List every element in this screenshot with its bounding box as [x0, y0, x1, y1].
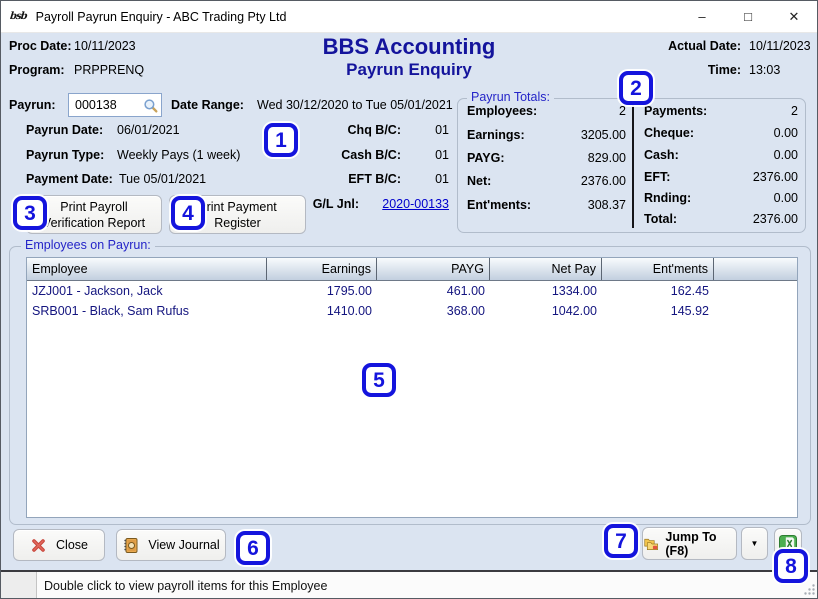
totals-divider: [632, 105, 634, 228]
annotation-1: 1: [264, 123, 298, 157]
payrun-type-label: Payrun Type:: [26, 148, 104, 162]
payment-date-value: Tue 05/01/2021: [119, 172, 206, 186]
employees-total-label: Employees:: [467, 104, 537, 118]
time-value: 13:03: [749, 63, 780, 77]
entments-cell: 145.92: [602, 304, 714, 318]
rnding-total-label: Rnding:: [644, 191, 691, 205]
column-header-earnings[interactable]: Earnings: [267, 258, 377, 280]
resize-grip[interactable]: [803, 583, 816, 596]
print-register-line2: Register: [214, 215, 261, 231]
grand-total-value: 2376.00: [753, 212, 798, 226]
net-pay-cell: 1042.00: [490, 304, 602, 318]
cash-total-label: Cash:: [644, 148, 679, 162]
payg-cell: 461.00: [377, 284, 490, 298]
minimize-button[interactable]: –: [679, 1, 725, 32]
status-bar: Double click to view payroll items for t…: [1, 572, 818, 599]
entments-total-label: Ent'ments:: [467, 198, 531, 212]
column-header-net-pay[interactable]: Net Pay: [490, 258, 602, 280]
payrun-date-value: 06/01/2021: [117, 123, 180, 137]
date-range-label: Date Range:: [171, 98, 244, 112]
payments-total-label: Payments:: [644, 104, 707, 118]
payrun-date-label: Payrun Date:: [26, 123, 103, 137]
journal-book-icon: [122, 537, 139, 554]
payg-total-value: 829.00: [588, 151, 626, 165]
jump-folders-icon: [643, 536, 659, 552]
employee-cell: JZJ001 - Jackson, Jack: [27, 284, 267, 298]
employees-table: Employee Earnings PAYG Net Pay Ent'ments…: [26, 257, 798, 518]
gl-jnl-link[interactable]: 2020-00133: [361, 197, 449, 211]
net-total-value: 2376.00: [581, 174, 626, 188]
payg-cell: 368.00: [377, 304, 490, 318]
actual-date-label: Actual Date:: [631, 39, 741, 53]
annotation-3: 3: [13, 196, 47, 230]
close-button[interactable]: Close: [13, 529, 105, 561]
close-x-icon: [30, 537, 47, 554]
eft-bc-value: 01: [361, 172, 449, 186]
jump-to-button[interactable]: Jump To (F8): [642, 527, 737, 560]
entments-total-value: 308.37: [588, 198, 626, 212]
status-bar-left-segment: [1, 572, 37, 599]
column-header-entments[interactable]: Ent'ments: [602, 258, 714, 280]
title-bar: bsb Payroll Payrun Enquiry - ABC Trading…: [1, 1, 817, 33]
chq-bc-value: 01: [361, 123, 449, 137]
maximize-button[interactable]: □: [725, 1, 771, 32]
annotation-8: 8: [774, 549, 808, 583]
payments-total-value: 2: [791, 104, 798, 118]
chevron-down-icon: ▼: [751, 539, 759, 548]
cheque-total-value: 0.00: [774, 126, 798, 140]
payrun-type-value: Weekly Pays (1 week): [117, 148, 240, 162]
employees-panel-title: Employees on Payrun:: [21, 238, 155, 252]
annotation-5: 5: [362, 363, 396, 397]
payrun-number-field[interactable]: [68, 93, 162, 117]
print-register-line1: Print Payment: [198, 199, 277, 215]
cheque-total-label: Cheque:: [644, 126, 694, 140]
window-title: Payroll Payrun Enquiry - ABC Trading Pty…: [36, 10, 287, 24]
eft-total-value: 2376.00: [753, 170, 798, 184]
grand-total-label: Total:: [644, 212, 677, 226]
eft-total-label: EFT:: [644, 170, 670, 184]
jump-to-dropdown-button[interactable]: ▼: [741, 527, 768, 560]
earnings-cell: 1410.00: [267, 304, 377, 318]
column-header-filler: [714, 258, 797, 280]
gl-jnl-label: G/L Jnl:: [301, 197, 359, 211]
payrun-label: Payrun:: [9, 98, 56, 112]
print-verification-line1: Print Payroll: [60, 199, 127, 215]
close-button-label: Close: [56, 538, 88, 552]
cash-bc-value: 01: [361, 148, 449, 162]
search-icon[interactable]: [143, 98, 158, 113]
jump-to-label: Jump To (F8): [665, 530, 736, 558]
date-range-value: Wed 30/12/2020 to Tue 05/01/2021: [257, 98, 453, 112]
column-header-employee[interactable]: Employee: [27, 258, 267, 280]
employees-table-header: Employee Earnings PAYG Net Pay Ent'ments: [27, 258, 797, 281]
actual-date-value: 10/11/2023: [749, 39, 811, 53]
earnings-cell: 1795.00: [267, 284, 377, 298]
status-message: Double click to view payroll items for t…: [44, 579, 327, 593]
view-journal-button[interactable]: View Journal: [116, 529, 226, 561]
annotation-7: 7: [604, 524, 638, 558]
view-journal-label: View Journal: [148, 538, 219, 552]
employee-row-1[interactable]: JZJ001 - Jackson, Jack 1795.00 461.00 13…: [27, 281, 797, 301]
payg-total-label: PAYG:: [467, 151, 505, 165]
payrun-enquiry-window: bsb Payroll Payrun Enquiry - ABC Trading…: [0, 0, 818, 599]
app-logo-icon: bsb: [9, 11, 27, 22]
employee-row-2[interactable]: SRB001 - Black, Sam Rufus 1410.00 368.00…: [27, 301, 797, 321]
print-verification-line2: Verification Report: [43, 215, 145, 231]
annotation-6: 6: [236, 531, 270, 565]
annotation-2: 2: [619, 71, 653, 105]
earnings-total-label: Earnings:: [467, 128, 525, 142]
payrun-number-input[interactable]: [75, 98, 137, 112]
entments-cell: 162.45: [602, 284, 714, 298]
rnding-total-value: 0.00: [774, 191, 798, 205]
net-total-label: Net:: [467, 174, 491, 188]
payrun-totals-title: Payrun Totals:: [467, 90, 554, 104]
earnings-total-value: 3205.00: [581, 128, 626, 142]
cash-total-value: 0.00: [774, 148, 798, 162]
employee-cell: SRB001 - Black, Sam Rufus: [27, 304, 267, 318]
close-window-button[interactable]: ✕: [771, 1, 817, 32]
column-header-payg[interactable]: PAYG: [377, 258, 490, 280]
payment-date-label: Payment Date:: [26, 172, 113, 186]
employees-total-value: 2: [619, 104, 626, 118]
annotation-4: 4: [171, 196, 205, 230]
net-pay-cell: 1334.00: [490, 284, 602, 298]
